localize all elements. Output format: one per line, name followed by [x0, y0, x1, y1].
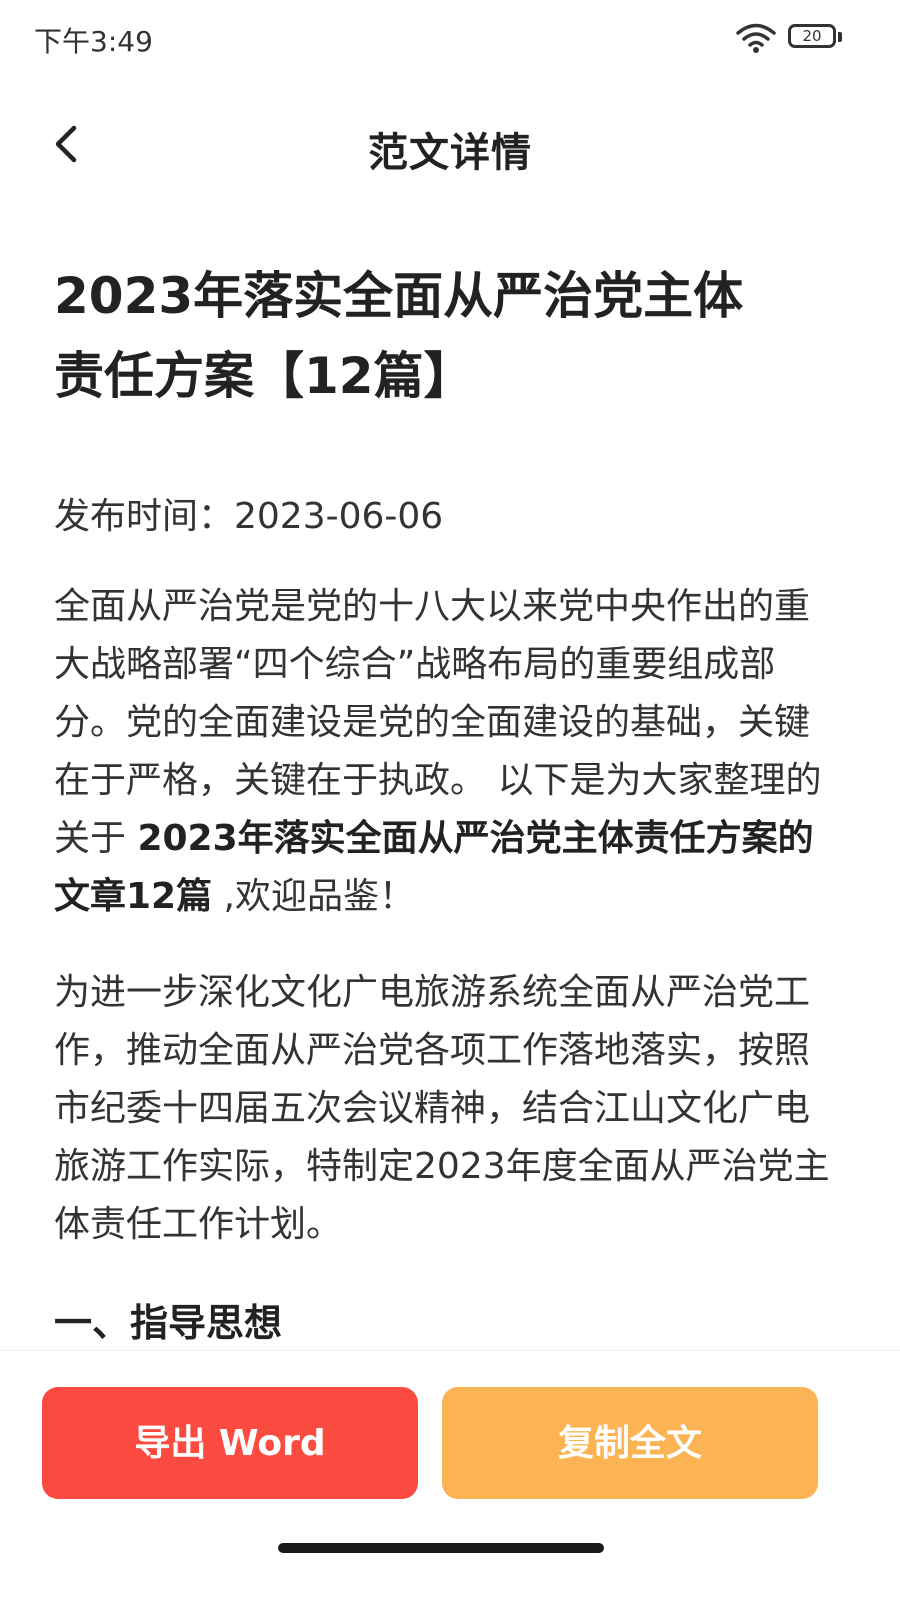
- intro-paragraph: 全面从严治党是党的十八大以来党中央作出的重大战略部署“四个综合”战略布局的重要组…: [54, 578, 834, 926]
- copy-all-button[interactable]: 复制全文: [442, 1387, 818, 1499]
- article-title: 2023年落实全面从严治党主体 责任方案【12篇】: [54, 256, 834, 416]
- article-title-line2: 责任方案【12篇】: [54, 347, 474, 405]
- section-heading: 一、指导思想: [54, 1301, 283, 1345]
- page-title: 范文详情: [368, 130, 532, 176]
- wifi-icon: [736, 23, 776, 53]
- bottom-action-bar: 导出 Word 复制全文: [0, 1350, 900, 1601]
- article-title-line1: 2023年落实全面从严治党主体: [54, 267, 744, 325]
- nav-bar: 范文详情: [0, 100, 900, 190]
- status-bar: 下午3:49 20: [0, 0, 900, 76]
- home-indicator[interactable]: [278, 1543, 604, 1553]
- status-time: 下午3:49: [34, 25, 153, 58]
- article-content[interactable]: 2023年落实全面从严治党主体 责任方案【12篇】 发布时间：2023-06-0…: [54, 256, 834, 1350]
- battery-level: 20: [802, 27, 822, 45]
- battery-icon: 20: [788, 24, 836, 48]
- battery-tip: [838, 32, 842, 42]
- publish-time: 发布时间：2023-06-06: [54, 496, 444, 537]
- export-word-button[interactable]: 导出 Word: [42, 1387, 418, 1499]
- intro-tail: ,欢迎品鉴！: [212, 876, 415, 917]
- intro-bold-text: 2023年落实全面从严治党主体责任方案的文章12篇: [54, 818, 814, 917]
- body-paragraph: 为进一步深化文化广电旅游系统全面从严治党工作，推动全面从严治党各项工作落地落实，…: [54, 972, 830, 1245]
